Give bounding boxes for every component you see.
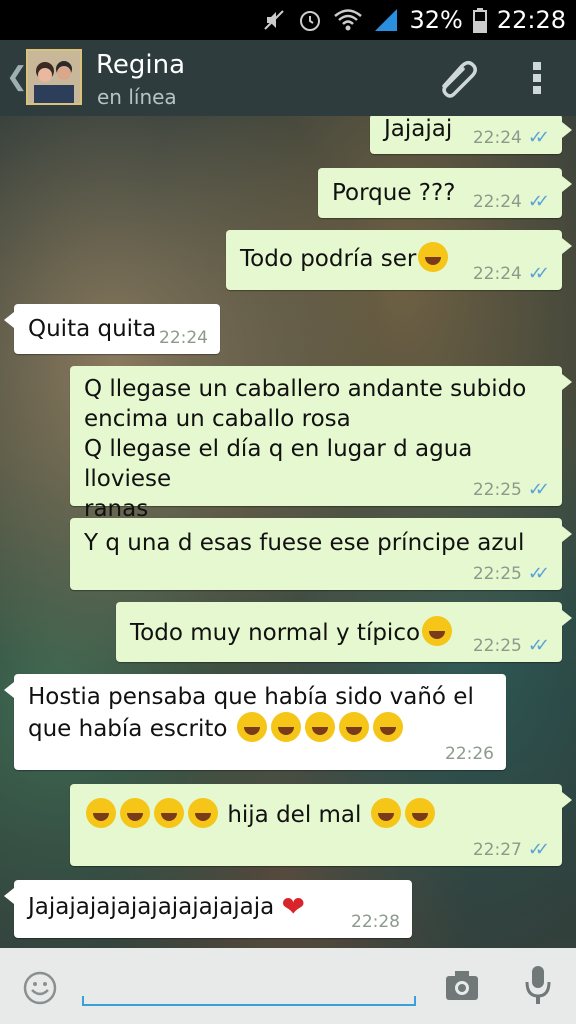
message-meta: 22:24 ✓✓ <box>472 191 550 213</box>
smiley-icon[interactable] <box>22 970 58 1006</box>
read-receipt-icon: ✓✓ <box>527 635 550 656</box>
tears-of-joy-emoji <box>404 798 435 828</box>
read-receipt-icon: ✓✓ <box>527 191 550 212</box>
message-bubble-outgoing[interactable]: Y q una d esas fuese ese príncipe azul 2… <box>70 518 572 590</box>
weary-face-emoji <box>120 798 150 828</box>
message-bubble-incoming[interactable]: Jajajajajajajajajajajaja ❤ 22:28 <box>4 880 412 938</box>
clock-time: 22:28 <box>496 6 566 34</box>
message-meta: 22:28 <box>351 912 400 932</box>
overflow-menu-icon[interactable] <box>530 60 544 96</box>
contact-status: en línea <box>97 85 177 109</box>
read-receipt-icon: ✓✓ <box>527 479 550 500</box>
signal-icon <box>375 9 398 31</box>
chevron-left-icon[interactable]: ❮ <box>6 62 28 92</box>
heart-emoji: ❤ <box>281 890 305 923</box>
status-bar: 32% 22:28 <box>0 0 576 40</box>
message-bubble-outgoing[interactable]: Todo muy normal y típico 22:25 ✓✓ <box>116 602 572 662</box>
tears-of-joy-emoji <box>304 712 335 742</box>
message-time: 22:24 <box>472 128 522 148</box>
message-text: Todo podría ser <box>240 246 417 272</box>
message-bubble-outgoing[interactable]: hija del mal 22:27 ✓✓ <box>70 784 572 866</box>
message-time: 22:24 <box>159 328 208 348</box>
tears-of-joy-emoji <box>370 798 401 828</box>
message-text: Q llegase un caballero andante subido en… <box>84 376 527 522</box>
battery-percent: 32% <box>409 6 463 34</box>
message-meta: 22:24 ✓✓ <box>472 263 550 285</box>
message-bubble-incoming[interactable]: Hostia pensaba que había sido vañó el qu… <box>4 674 506 770</box>
message-bubble-outgoing[interactable]: Porque ??? 22:24 ✓✓ <box>318 168 572 218</box>
message-bubble-outgoing[interactable]: Todo podría ser 22:24 ✓✓ <box>226 230 572 290</box>
tears-of-joy-emoji <box>372 712 403 742</box>
microphone-icon[interactable] <box>524 964 552 1006</box>
tears-of-joy-emoji <box>270 712 301 742</box>
message-time: 22:25 <box>472 636 522 656</box>
tears-of-joy-emoji <box>236 712 267 742</box>
read-receipt-icon: ✓✓ <box>527 563 550 584</box>
contact-name[interactable]: Regina <box>96 50 185 80</box>
message-text: Todo muy normal y típico <box>130 620 421 646</box>
tears-of-joy-emoji <box>338 712 369 742</box>
message-time: 22:27 <box>472 840 522 860</box>
message-input[interactable] <box>82 996 416 1006</box>
avatar[interactable] <box>26 49 82 105</box>
camera-icon[interactable] <box>444 968 480 1002</box>
message-meta: 22:24 ✓✓ <box>472 127 550 149</box>
message-meta: 22:24 <box>159 328 208 348</box>
message-meta: 22:27 ✓✓ <box>472 839 550 861</box>
chat-header: ❮ Regina en línea <box>0 40 576 116</box>
weary-face-emoji <box>86 798 116 828</box>
message-time: 22:24 <box>472 264 522 284</box>
message-meta: 22:25 ✓✓ <box>472 479 550 501</box>
message-time: 22:26 <box>445 744 494 764</box>
message-time: 22:28 <box>351 912 400 932</box>
chat-area[interactable]: Jajajaj 22:24 ✓✓ Porque ??? 22:24 ✓✓ Tod… <box>0 116 576 948</box>
message-time: 22:25 <box>472 480 522 500</box>
message-text: Porque ??? <box>332 180 456 206</box>
read-receipt-icon: ✓✓ <box>527 839 550 860</box>
message-text: Jajajajajajajajajajajaja <box>28 894 275 920</box>
paperclip-icon[interactable] <box>436 56 482 100</box>
wifi-icon <box>334 9 363 31</box>
mute-icon <box>264 10 285 30</box>
message-bubble-incoming[interactable]: Quita quita 22:24 <box>4 304 220 354</box>
message-text: Quita quita <box>28 316 157 342</box>
message-text: Jajajaj <box>384 116 453 142</box>
tears-of-joy-emoji <box>418 242 449 272</box>
tears-of-joy-emoji <box>422 616 453 646</box>
message-meta: 22:25 ✓✓ <box>472 635 550 657</box>
message-meta: 22:26 <box>445 744 494 764</box>
message-meta: 22:25 ✓✓ <box>472 563 550 585</box>
weary-face-emoji <box>188 798 218 828</box>
message-text: Y q una d esas fuese ese príncipe azul <box>84 530 525 556</box>
battery-icon <box>472 8 487 33</box>
weary-face-emoji <box>154 798 184 828</box>
read-receipt-icon: ✓✓ <box>527 263 550 284</box>
compose-bar <box>0 948 576 1024</box>
message-time: 22:24 <box>472 192 522 212</box>
message-time: 22:25 <box>472 564 522 584</box>
message-bubble-outgoing[interactable]: Jajajaj 22:24 ✓✓ <box>370 116 572 154</box>
message-bubble-outgoing[interactable]: Q llegase un caballero andante subido en… <box>70 366 572 522</box>
alarm-icon <box>300 11 321 31</box>
message-text: hija del mal <box>227 802 362 828</box>
read-receipt-icon: ✓✓ <box>527 127 550 148</box>
